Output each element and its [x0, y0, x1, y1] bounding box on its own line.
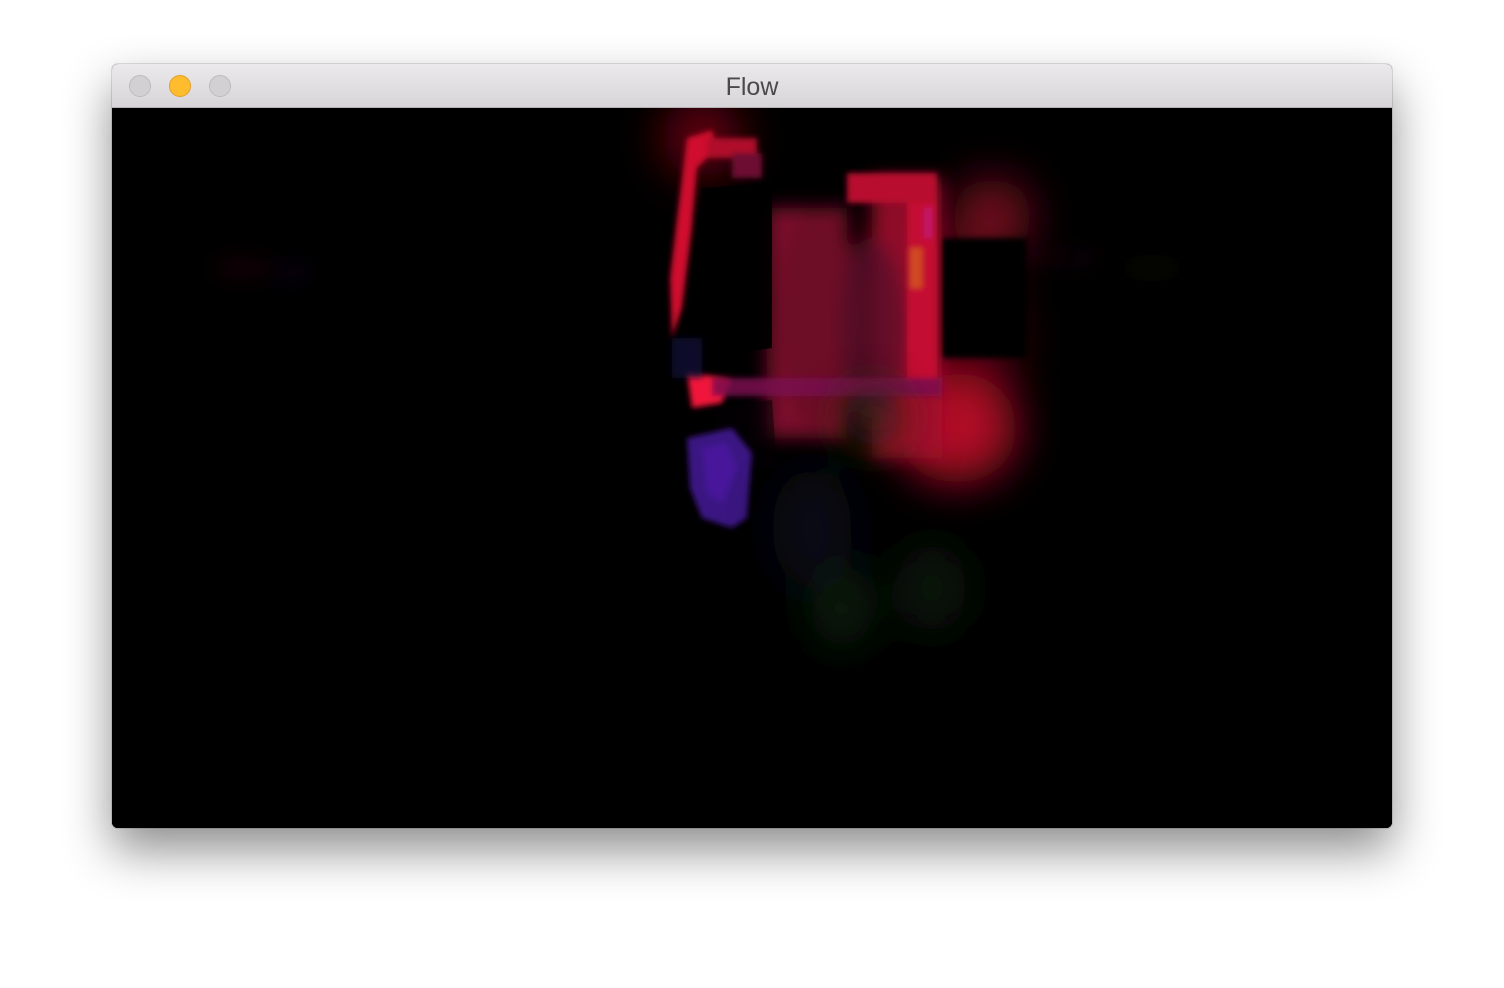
window-title: Flow	[725, 73, 779, 101]
optical-flow-image	[112, 108, 1392, 828]
flow-window: Flow	[112, 64, 1392, 828]
flow-canvas	[112, 108, 1392, 828]
title-bar[interactable]: Flow	[112, 64, 1392, 108]
